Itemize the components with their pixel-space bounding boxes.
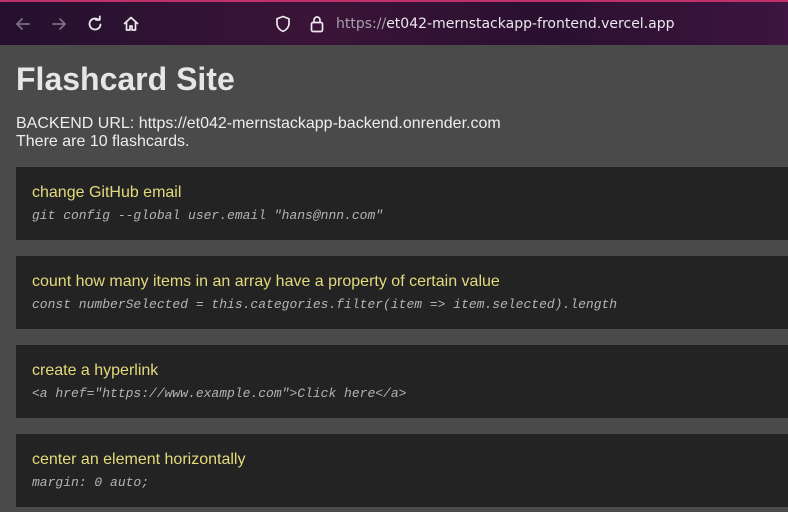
- page-content: Flashcard Site BACKEND URL: https://et04…: [0, 45, 788, 512]
- backend-url-text: BACKEND URL: https://et042-mernstackapp-…: [16, 115, 501, 132]
- url-scheme: https://: [336, 15, 387, 32]
- reload-icon: [86, 15, 104, 33]
- url-host: et042-mernstackapp-frontend.vercel.app: [386, 15, 675, 32]
- flashcard: change GitHub email git config --global …: [16, 167, 788, 240]
- flashcard-front: create a hyperlink: [32, 362, 159, 379]
- flashcard-back: margin: 0 auto;: [32, 475, 150, 490]
- flashcard: count how many items in an array have a …: [16, 256, 788, 329]
- flashcard: create a hyperlink <a href="https://www.…: [16, 345, 788, 418]
- flashcard-front: count how many items in an array have a …: [32, 273, 500, 290]
- home-icon: [122, 15, 140, 33]
- arrow-right-icon: [50, 15, 68, 33]
- home-button[interactable]: [113, 1, 149, 46]
- flashcard-back: const numberSelected = this.categories.f…: [32, 297, 618, 312]
- flashcard-list: change GitHub email git config --global …: [16, 167, 788, 512]
- flashcard-back: <a href="https://www.example.com">Click …: [32, 386, 407, 401]
- info-block: BACKEND URL: https://et042-mernstackapp-…: [16, 115, 501, 151]
- forward-button[interactable]: [41, 1, 77, 46]
- flashcard-count-text: There are 10 flashcards.: [16, 133, 190, 150]
- lock-icon[interactable]: [306, 2, 328, 45]
- flashcard-front: center an element horizontally: [32, 451, 246, 468]
- arrow-left-icon: [14, 15, 32, 33]
- browser-toolbar: https://et042-mernstackapp-frontend.verc…: [0, 0, 788, 45]
- shield-icon[interactable]: [272, 2, 294, 45]
- flashcard: center an element horizontally margin: 0…: [16, 434, 788, 507]
- flashcard-back: git config --global user.email "hans@nnn…: [32, 208, 384, 223]
- back-button[interactable]: [5, 1, 41, 46]
- address-bar[interactable]: https://et042-mernstackapp-frontend.verc…: [272, 2, 675, 45]
- page-title: Flashcard Site: [16, 61, 235, 97]
- url-text[interactable]: https://et042-mernstackapp-frontend.verc…: [336, 16, 675, 32]
- flashcard-front: change GitHub email: [32, 184, 182, 201]
- reload-button[interactable]: [77, 1, 113, 46]
